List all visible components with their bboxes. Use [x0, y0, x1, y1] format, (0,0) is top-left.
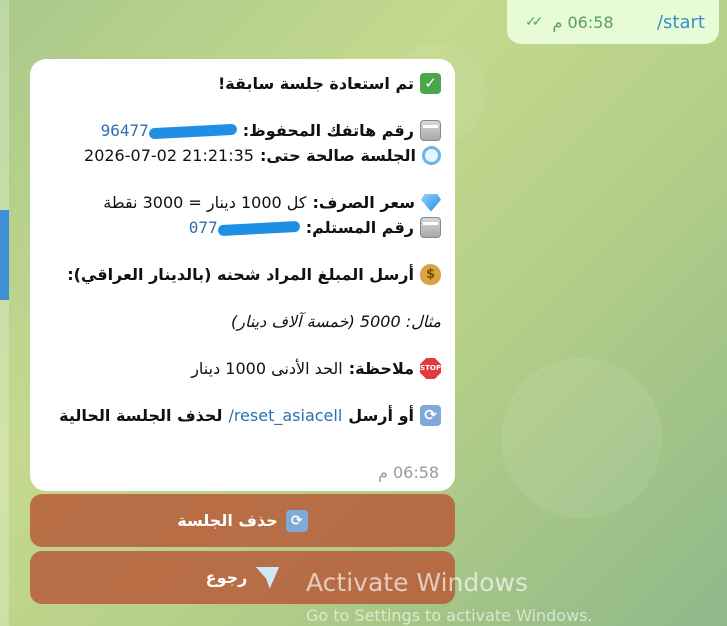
- note-value: الحد الأدنى 1000 دينار: [191, 359, 343, 378]
- session-valid-label: الجلسة صالحة حتى:: [259, 146, 416, 165]
- back-arrow-icon: [255, 566, 280, 589]
- saved-phone-value[interactable]: 96477: [101, 118, 238, 143]
- message-line-4: سعر الصرف: كل 1000 دينار = 3000 نقطة: [44, 190, 441, 215]
- receiver-number-value[interactable]: 077: [189, 215, 300, 240]
- delete-session-label: حذف الجلسة: [177, 511, 278, 530]
- stop-sign-icon: STOP: [420, 358, 441, 379]
- sim-card-icon: [420, 217, 441, 238]
- exchange-rate-label: سعر الصرف:: [312, 193, 415, 212]
- check-icon: ✓: [420, 73, 441, 94]
- delete-session-button[interactable]: ⟳ حذف الجلسة: [30, 494, 455, 547]
- outgoing-text: /start: [656, 11, 705, 33]
- message-line-9: ⟳ أو أرسل /reset_asiacell لحذف الجلسة ال…: [44, 403, 441, 428]
- magnifier-icon: [422, 146, 441, 165]
- activate-windows-subtitle: Go to Settings to activate Windows.: [306, 606, 593, 625]
- reset-command-link[interactable]: /reset_asiacell: [228, 403, 342, 428]
- or-send-text: أو أرسل: [348, 406, 414, 425]
- outgoing-time: 06:58 م: [552, 12, 614, 32]
- message-line-1: ✓ تم استعادة جلسة سابقة!: [44, 71, 441, 96]
- message-line-5: رقم المستلم: 077: [44, 215, 441, 240]
- example-text: مثال: 5000 (خمسة آلاف دينار): [231, 312, 441, 331]
- redaction-mark: [217, 220, 300, 237]
- outgoing-message[interactable]: ✓✓ 06:58 م /start: [507, 0, 719, 44]
- read-ticks-icon: ✓✓: [525, 14, 544, 30]
- gem-icon: [421, 193, 441, 212]
- exchange-rate-value: كل 1000 دينار = 3000 نقطة: [103, 193, 307, 212]
- incoming-message[interactable]: ✓ تم استعادة جلسة سابقة! رقم هاتفك المحف…: [30, 59, 455, 491]
- back-label: رجوع: [205, 568, 248, 587]
- left-panel-edge: [0, 0, 9, 626]
- session-valid-value: 2026-07-02 21:21:35: [84, 146, 254, 165]
- message-line-2: رقم هاتفك المحفوظ: 96477: [44, 118, 441, 143]
- refresh-icon: ⟳: [285, 509, 308, 532]
- redaction-mark: [148, 123, 238, 140]
- delete-session-text: لحذف الجلسة الحالية: [59, 406, 223, 425]
- restored-session-text: تم استعادة جلسة سابقة!: [217, 74, 414, 93]
- money-bag-icon: $: [420, 264, 441, 285]
- send-amount-text: أرسل المبلغ المراد شحنه (بالدينار العراق…: [67, 265, 414, 284]
- activate-windows-watermark: Activate Windows: [306, 568, 528, 597]
- receiver-number-label: رقم المستلم:: [305, 218, 414, 237]
- message-line-7: مثال: 5000 (خمسة آلاف دينار): [44, 309, 441, 334]
- message-line-3: الجلسة صالحة حتى: 2026-07-02 21:21:35: [44, 143, 441, 168]
- left-panel-accent: [0, 210, 9, 300]
- message-line-6: $ أرسل المبلغ المراد شحنه (بالدينار العر…: [44, 262, 441, 287]
- message-line-8: STOP ملاحظة: الحد الأدنى 1000 دينار: [44, 356, 441, 381]
- incoming-time: 06:58 م: [378, 463, 440, 482]
- refresh-icon: ⟳: [420, 405, 441, 426]
- sim-card-icon: [420, 120, 441, 141]
- saved-phone-label: رقم هاتفك المحفوظ:: [242, 121, 414, 140]
- note-label: ملاحظة:: [348, 359, 414, 378]
